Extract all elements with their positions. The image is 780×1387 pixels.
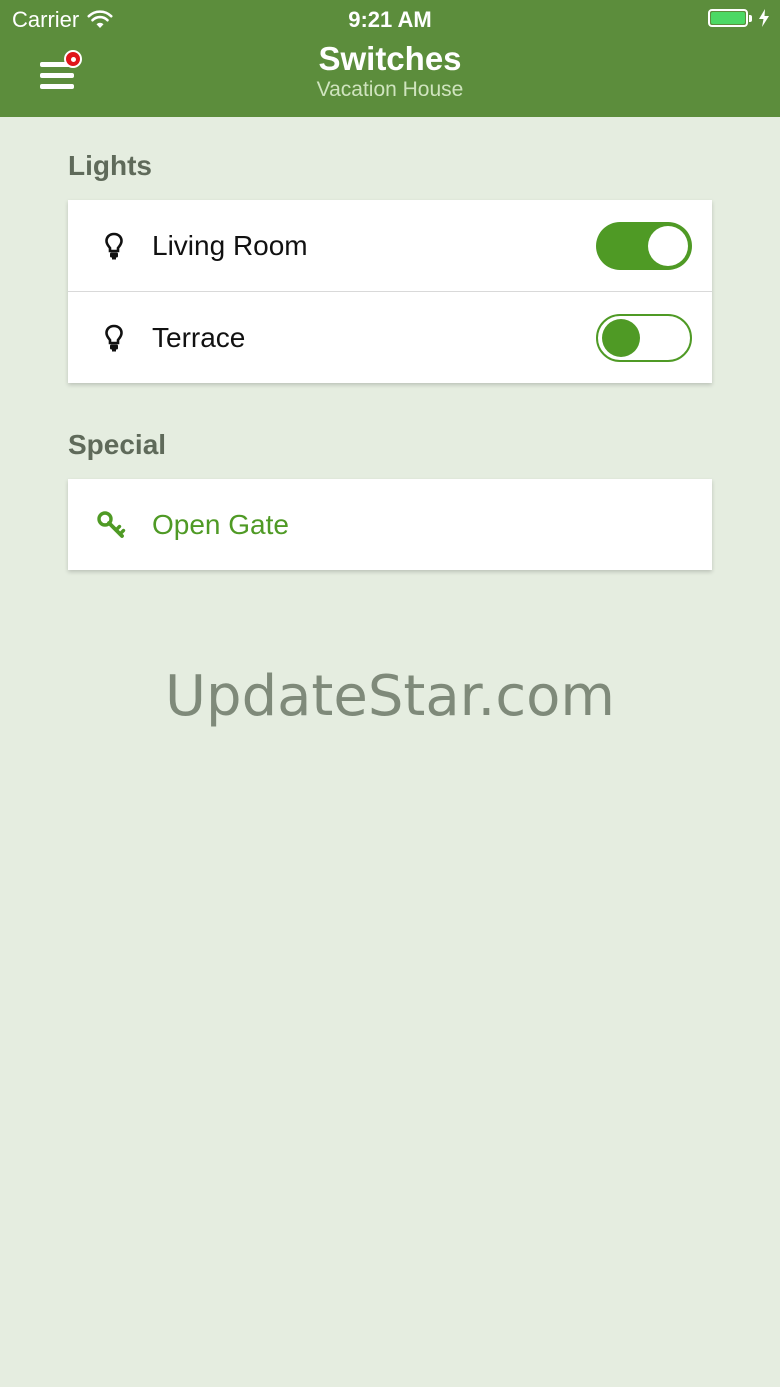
- section-header-special: Special: [68, 429, 167, 460]
- watermark-text: UpdateStar.com: [165, 664, 615, 729]
- section-header-lights: Lights: [68, 150, 152, 181]
- status-time: 9:21 AM: [348, 7, 432, 32]
- terrace-toggle[interactable]: [596, 313, 692, 362]
- special-card: Open Gate: [68, 479, 712, 570]
- charging-bolt-icon: [759, 9, 769, 27]
- battery-indicator: [708, 9, 770, 27]
- battery-fill: [711, 12, 745, 24]
- battery-tip: [749, 14, 752, 22]
- toggle-knob: [602, 318, 640, 357]
- list-item-living-room[interactable]: Living Room: [68, 200, 712, 291]
- list-item-label: Terrace: [152, 321, 246, 353]
- list-item-label: Living Room: [152, 229, 308, 261]
- lightbulb-icon: [105, 232, 123, 259]
- open-gate-label: Open Gate: [152, 508, 289, 540]
- page-title: Switches: [318, 40, 462, 77]
- key-icon: [97, 510, 126, 538]
- page-subtitle: Vacation House: [316, 78, 464, 101]
- living-room-toggle[interactable]: [596, 221, 692, 270]
- list-item-terrace[interactable]: Terrace: [68, 291, 712, 383]
- toggle-knob: [648, 225, 688, 266]
- open-gate-button[interactable]: Open Gate: [68, 479, 712, 570]
- battery-icon: [708, 9, 748, 27]
- lights-card: Living Room Terrace: [68, 200, 712, 383]
- navigation-header: Carrier 9:21 AM Switches Vacation House: [0, 0, 780, 117]
- status-bar: Carrier 9:21 AM: [0, 0, 780, 40]
- lightbulb-icon: [105, 324, 123, 351]
